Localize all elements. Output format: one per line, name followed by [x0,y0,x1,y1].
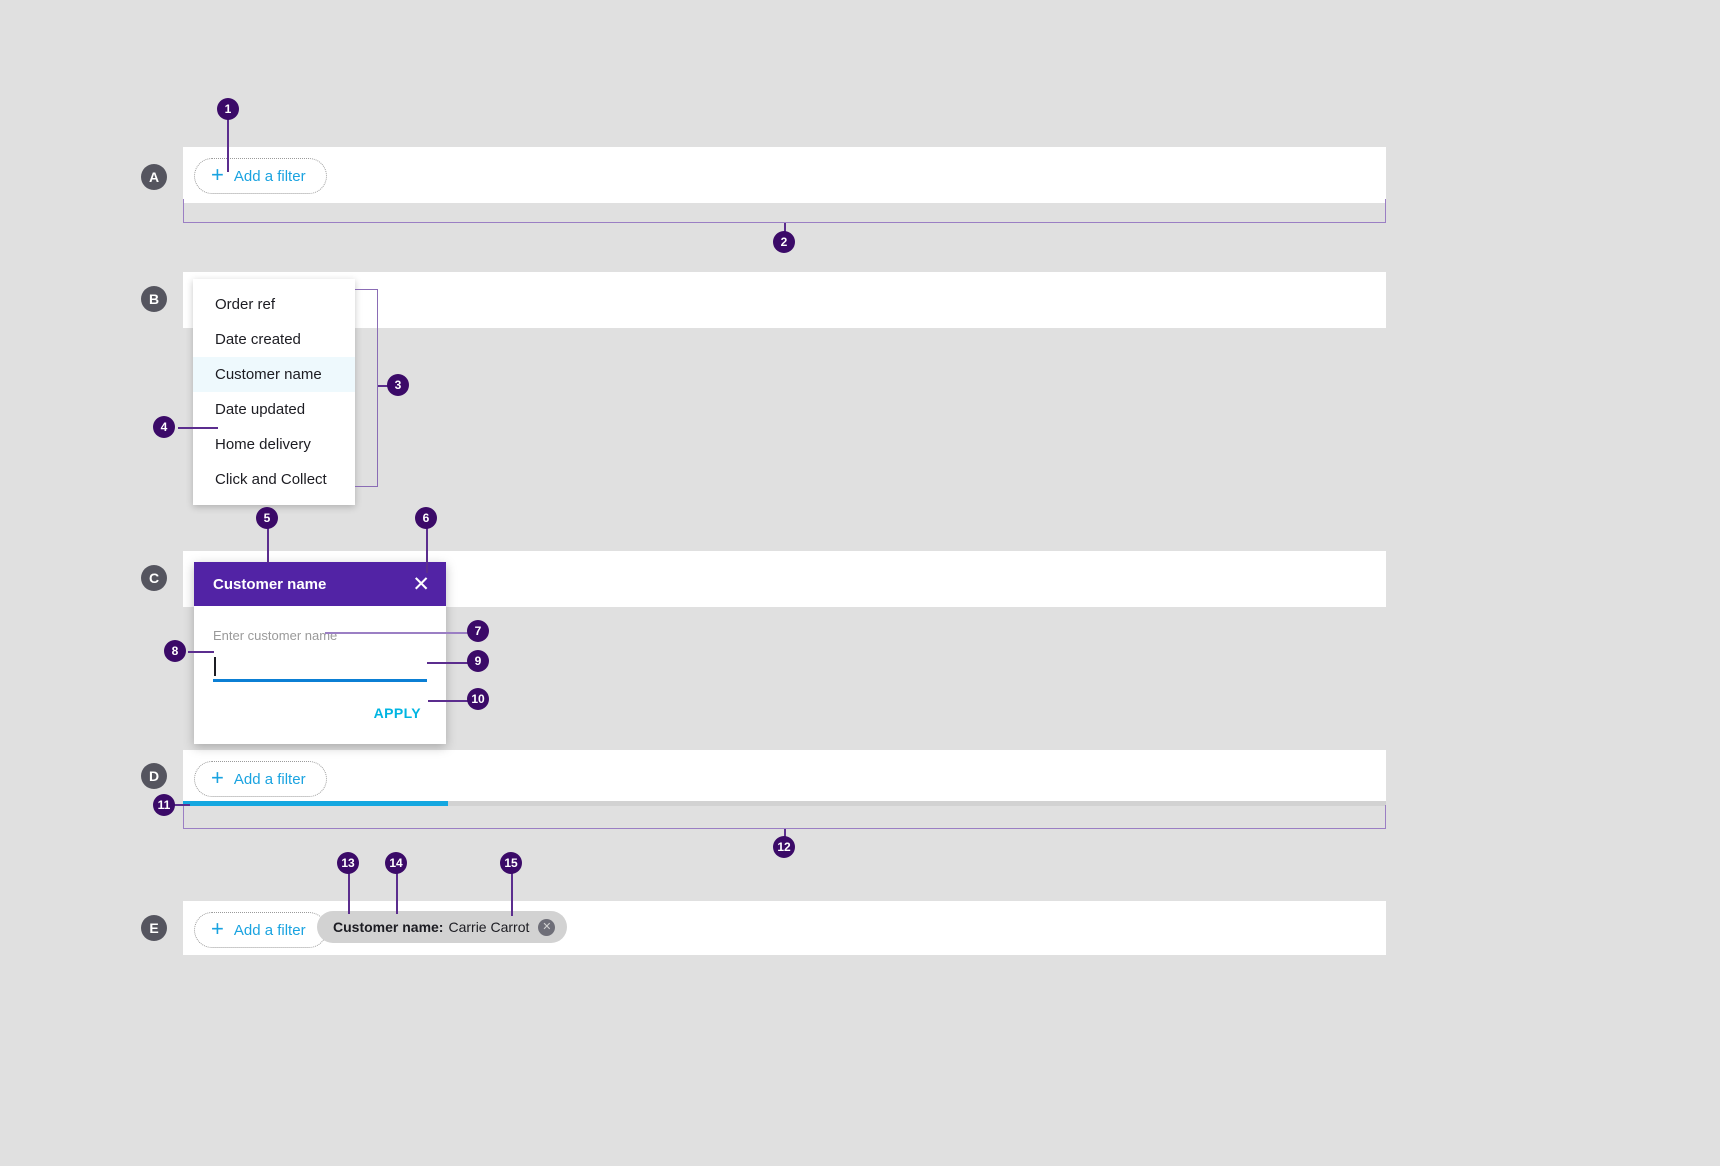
marker-8: 8 [164,640,186,662]
add-filter-button-a[interactable]: + Add a filter [194,158,327,194]
leader-line-15 [511,872,513,916]
modal-title: Customer name [213,575,327,593]
leader-line-9 [427,662,468,664]
marker-10: 10 [467,688,489,710]
marker-9: 9 [467,650,489,672]
marker-15: 15 [500,852,522,874]
leader-line-6 [426,527,428,573]
marker-13: 13 [337,852,359,874]
section-badge-d: D [141,763,167,789]
bracket-2 [183,199,1386,223]
active-filter-chip[interactable]: Customer name: Carrie Carrot ✕ [317,911,568,943]
filter-value-modal: Customer name ✕ Enter customer name APPL… [194,562,446,744]
panel-row-d [183,750,1386,803]
dropdown-item-click-and-collect[interactable]: Click and Collect [193,462,355,497]
customer-name-field-label: Enter customer name [213,628,338,643]
marker-14: 14 [385,852,407,874]
leader-line-11 [174,804,190,806]
chip-key: Customer name: [333,919,444,935]
marker-1: 1 [217,98,239,120]
marker-2: 2 [773,231,795,253]
plus-icon: + [211,765,224,790]
add-filter-button-d[interactable]: + Add a filter [194,761,327,797]
add-filter-label: Add a filter [233,770,306,788]
leader-line-7 [325,632,468,634]
marker-4: 4 [153,416,175,438]
panel-row-a [183,147,1386,203]
add-filter-label: Add a filter [233,921,306,939]
leader-line-10 [428,700,468,702]
text-caret [214,657,216,676]
bracket-3 [355,289,378,487]
close-icon[interactable]: ✕ [412,574,430,595]
dropdown-item-order-ref[interactable]: Order ref [193,287,355,322]
plus-icon: + [211,162,224,187]
dropdown-item-date-updated[interactable]: Date updated [193,392,355,427]
dropdown-item-home-delivery[interactable]: Home delivery [193,427,355,462]
marker-11: 11 [153,794,175,816]
leader-line-13 [348,872,350,914]
section-badge-e: E [141,915,167,941]
section-badge-b: B [141,286,167,312]
plus-icon: + [211,916,224,941]
marker-5: 5 [256,507,278,529]
chip-remove-icon[interactable]: ✕ [538,918,556,936]
marker-12: 12 [773,836,795,858]
section-badge-c: C [141,565,167,591]
leader-line-8 [188,651,214,653]
chip-value: Carrie Carrot [448,919,530,935]
leader-line-4 [178,427,218,429]
dropdown-item-customer-name[interactable]: Customer name [193,357,355,392]
marker-6: 6 [415,507,437,529]
customer-name-input[interactable] [213,657,427,682]
screenshot-stage: A + Add a filter 1 2 B + Add a filter Or… [0,0,1720,1166]
modal-header: Customer name ✕ [194,562,446,606]
dropdown-item-date-created[interactable]: Date created [193,322,355,357]
apply-button[interactable]: APPLY [368,704,427,722]
marker-7: 7 [467,620,489,642]
add-filter-button-e[interactable]: + Add a filter [194,912,327,948]
leader-line-14 [396,872,398,914]
modal-body: Enter customer name [194,606,446,682]
section-badge-a: A [141,164,167,190]
filter-field-dropdown[interactable]: Order ref Date created Customer name Dat… [193,279,355,505]
modal-actions: APPLY [194,682,446,744]
leader-line-5 [267,527,269,563]
bracket-12 [183,805,1386,829]
marker-3: 3 [387,374,409,396]
add-filter-label: Add a filter [233,167,306,185]
leader-line-1 [227,118,229,172]
